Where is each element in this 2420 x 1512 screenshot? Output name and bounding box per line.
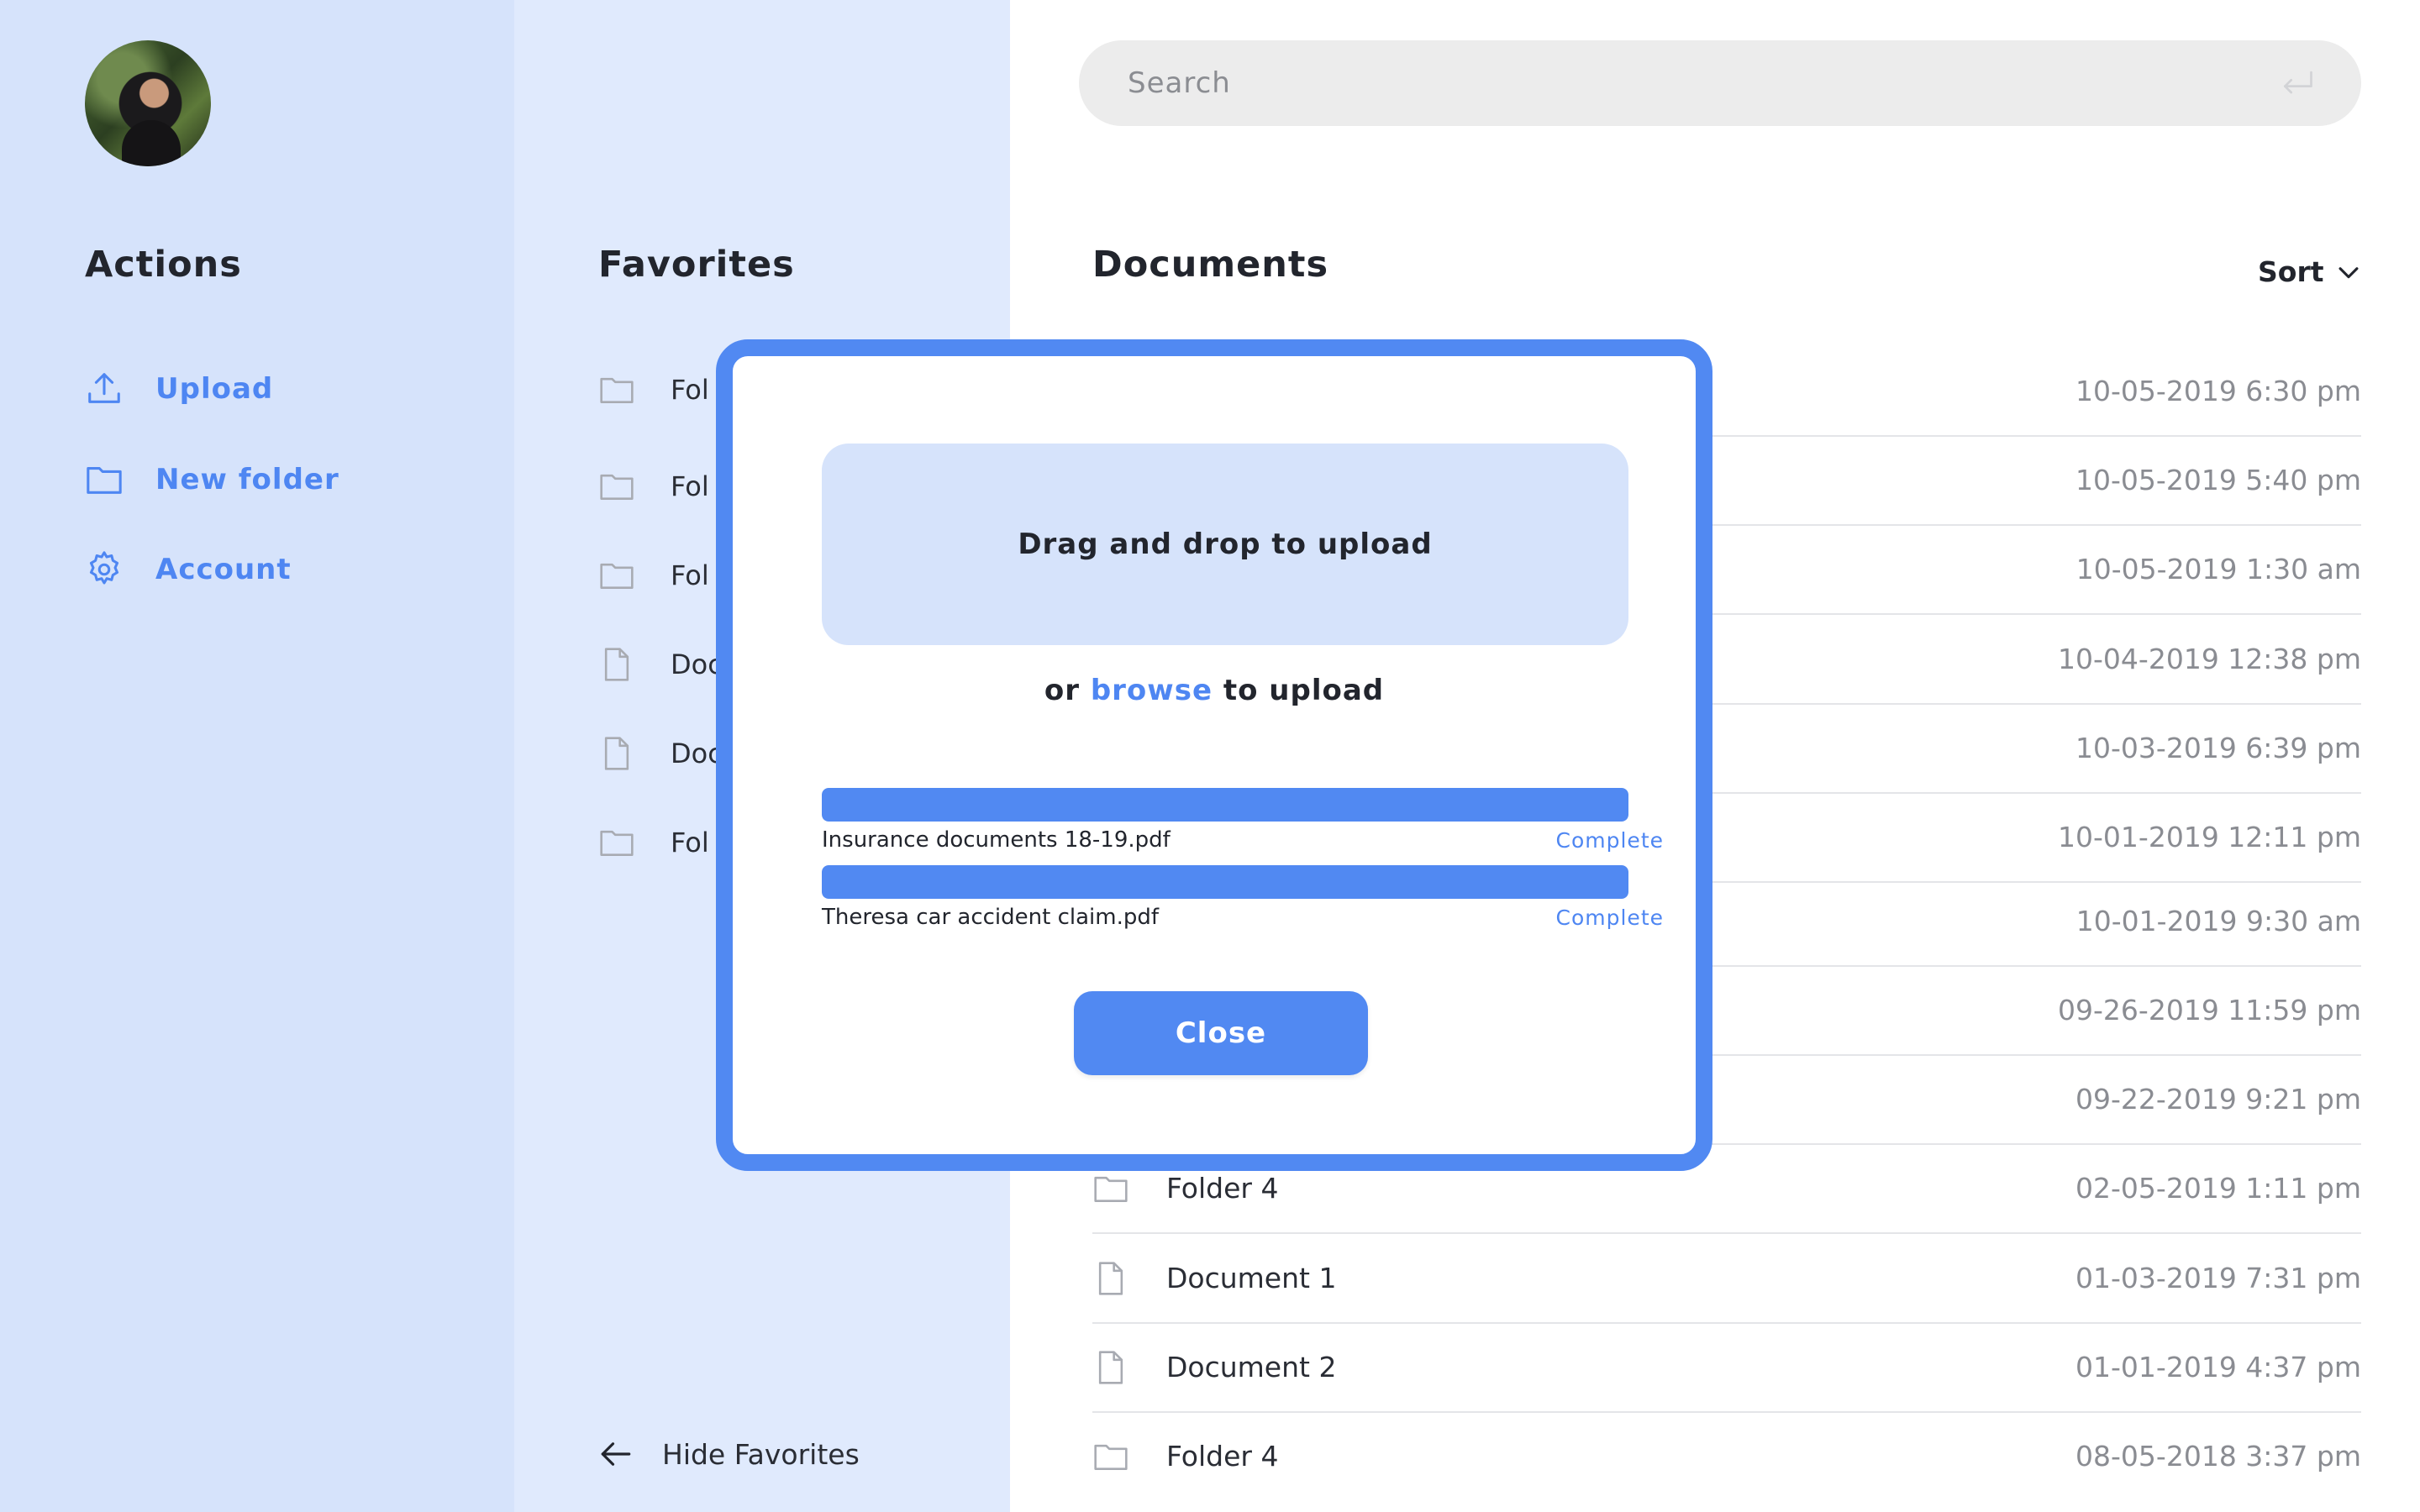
search-placeholder: Search	[1128, 66, 1231, 100]
row-name: Document 2	[1166, 1351, 1337, 1383]
search-input[interactable]: Search	[1079, 40, 2361, 126]
actions-sidebar: Actions Upload New folder Account	[0, 0, 514, 1512]
dropzone-label: Drag and drop to upload	[1018, 528, 1433, 561]
upload-icon	[88, 373, 120, 403]
row-date: 01-03-2019 7:31 pm	[2075, 1262, 2361, 1294]
gear-icon	[89, 551, 119, 585]
upload-button[interactable]: Upload	[85, 370, 273, 408]
account-label: Account	[155, 553, 292, 586]
row-date: 10-01-2019 9:30 am	[2075, 905, 2361, 937]
table-row[interactable]: Document 1 01-03-2019 7:31 pm	[1092, 1235, 2361, 1324]
upload-file-name: Theresa car accident claim.pdf	[822, 905, 1160, 930]
folder-icon	[600, 830, 634, 856]
favorite-label: Fol	[671, 559, 709, 591]
row-name: Folder 4	[1166, 1440, 1279, 1473]
upload-modal: Drag and drop to upload or browse to upl…	[716, 339, 1712, 1171]
favorite-item[interactable]: Fol	[598, 824, 709, 861]
documents-title: Documents	[1092, 244, 1329, 286]
row-date: 02-05-2019 1:11 pm	[2075, 1172, 2361, 1205]
favorite-item[interactable]: Doc	[598, 646, 723, 683]
folder-icon	[87, 467, 122, 494]
row-date: 09-22-2019 9:21 pm	[2075, 1083, 2361, 1116]
new-folder-label: New folder	[155, 463, 339, 496]
upload-progress-fill	[822, 865, 1628, 899]
favorite-item[interactable]: Doc	[598, 735, 723, 772]
folder-icon	[600, 563, 634, 589]
account-button[interactable]: Account	[85, 550, 292, 589]
upload-status: Complete	[1555, 906, 1664, 930]
upload-file-name: Insurance documents 18-19.pdf	[822, 827, 1171, 853]
chevron-down-icon	[2338, 266, 2358, 278]
folder-icon	[1094, 1444, 1128, 1470]
hide-favorites-label: Hide Favorites	[662, 1437, 860, 1471]
folder-icon	[1094, 1176, 1128, 1202]
arrow-left-icon	[601, 1442, 631, 1466]
drag-drop-zone[interactable]: Drag and drop to upload	[822, 444, 1628, 645]
favorite-item[interactable]: Fol	[598, 557, 709, 594]
upload-label: Upload	[155, 372, 274, 406]
table-row[interactable]: Folder 4 08-05-2018 3:37 pm	[1092, 1413, 2361, 1502]
document-icon	[1098, 1351, 1123, 1384]
row-date: 10-01-2019 12:11 pm	[2058, 821, 2361, 853]
upload-progress-bar	[822, 865, 1628, 899]
folder-icon	[600, 377, 634, 403]
favorite-label: Fol	[671, 827, 709, 858]
enter-icon[interactable]	[2279, 69, 2316, 97]
row-date: 10-04-2019 12:38 pm	[2058, 643, 2361, 675]
row-date: 08-05-2018 3:37 pm	[2075, 1440, 2361, 1473]
row-date: 01-01-2019 4:37 pm	[2075, 1351, 2361, 1383]
document-icon	[604, 648, 629, 681]
favorite-item[interactable]: Fol	[598, 371, 709, 408]
favorite-label: Fol	[671, 470, 709, 502]
browse-suffix: to upload	[1213, 674, 1385, 707]
avatar[interactable]	[85, 40, 211, 166]
row-name: Document 1	[1166, 1262, 1337, 1294]
table-row[interactable]: Document 2 01-01-2019 4:37 pm	[1092, 1324, 2361, 1413]
browse-link[interactable]: browse	[1091, 674, 1213, 707]
browse-prefix: or	[1044, 674, 1091, 707]
upload-progress-fill	[822, 788, 1628, 822]
upload-progress-bar	[822, 788, 1628, 822]
actions-title: Actions	[85, 244, 242, 286]
close-button[interactable]: Close	[1074, 991, 1368, 1075]
favorites-title: Favorites	[598, 244, 795, 286]
row-date: 10-05-2019 5:40 pm	[2075, 464, 2361, 496]
folder-icon	[600, 474, 634, 500]
row-name: Folder 4	[1166, 1172, 1279, 1205]
new-folder-button[interactable]: New folder	[85, 460, 339, 499]
sort-label: Sort	[2258, 255, 2324, 288]
hide-favorites-button[interactable]: Hide Favorites	[598, 1436, 860, 1472]
upload-status: Complete	[1555, 828, 1664, 853]
row-date: 10-03-2019 6:39 pm	[2075, 732, 2361, 764]
favorite-label: Doc	[671, 648, 723, 680]
sort-dropdown[interactable]: Sort	[2258, 255, 2363, 288]
row-date: 10-05-2019 6:30 pm	[2075, 375, 2361, 407]
document-icon	[604, 737, 629, 770]
row-date: 10-05-2019 1:30 am	[2075, 553, 2361, 585]
favorite-label: Fol	[671, 374, 709, 406]
favorite-item[interactable]: Fol	[598, 468, 709, 505]
favorite-label: Doc	[671, 738, 723, 769]
document-icon	[1098, 1262, 1123, 1295]
browse-line: or browse to upload	[733, 674, 1696, 707]
row-date: 09-26-2019 11:59 pm	[2058, 994, 2361, 1026]
